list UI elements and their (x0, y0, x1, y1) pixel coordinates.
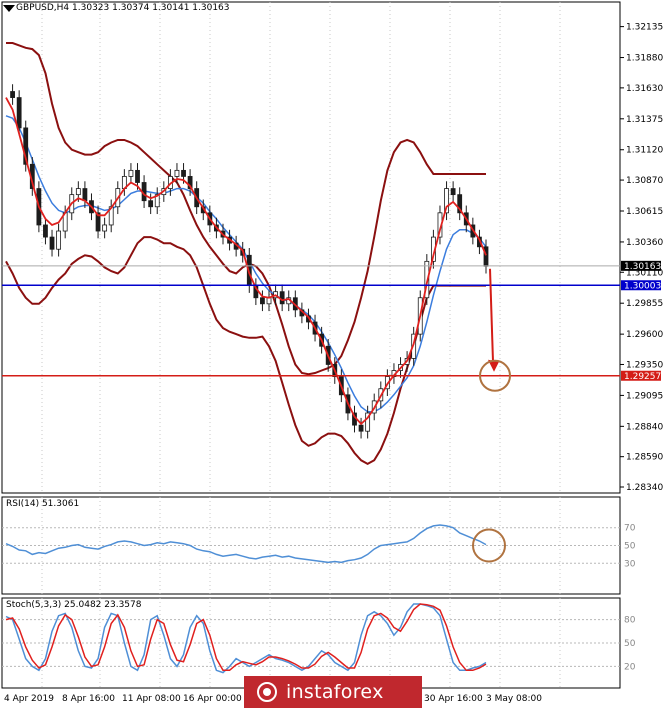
time-tick-label: 8 Apr 16:00 (62, 694, 115, 704)
price-tick-label: 1.29095 (626, 391, 663, 401)
rsi-panel (5, 524, 487, 564)
forecast-arrow-shaft (489, 268, 494, 362)
candle-body (279, 291, 285, 305)
candle-body (82, 188, 88, 202)
price-panel (2, 42, 620, 466)
candle-body (450, 188, 456, 196)
time-tick-label: 11 Apr 08:00 (122, 694, 181, 704)
rsi-level-label: 30 (624, 559, 636, 569)
stochastic-panel (5, 603, 487, 674)
current-price-label: 1.30163 (624, 262, 661, 272)
price-tick-label: 1.30615 (626, 207, 663, 217)
price-tick-label: 1.30870 (626, 176, 663, 186)
candle-body (135, 169, 140, 183)
candle-body (181, 169, 186, 177)
rsi-level-label: 70 (624, 524, 636, 534)
price-tick-label: 1.32135 (626, 23, 663, 33)
stoch-level-label: 80 (624, 616, 636, 626)
candle-body (10, 91, 15, 98)
price-tick-label: 1.31880 (626, 54, 663, 64)
rsi-line (5, 524, 487, 564)
ohlc-values: 1.30323 1.30374 1.30141 1.30163 (72, 3, 230, 13)
bollinger-upper-band (6, 42, 486, 376)
candle-body (49, 236, 55, 250)
time-tick-label: 4 Apr 2019 (4, 694, 54, 704)
candle-body (358, 424, 364, 432)
rsi-level-label: 50 (624, 542, 636, 552)
price-tick-label: 1.29350 (626, 360, 663, 370)
candle-body (102, 224, 108, 232)
stoch-level-label: 20 (624, 662, 636, 672)
candle-body (43, 224, 48, 238)
panel-frames (1, 1, 621, 689)
candle-body (260, 297, 265, 305)
price-tick-label: 1.31120 (626, 146, 663, 156)
forecast-annotations (472, 268, 511, 563)
watermark-text: instaforex (286, 681, 384, 703)
candle-body (148, 200, 154, 208)
grid-lines (2, 2, 624, 688)
level-badge-label-1: 1.29257 (624, 372, 661, 382)
price-tick-label: 1.28340 (626, 483, 663, 493)
price-tick-label: 1.29600 (626, 330, 663, 340)
time-tick-label: 30 Apr 16:00 (424, 694, 483, 704)
instaforex-logo-icon (257, 682, 277, 702)
chart-header: GBPUSD,H4 1.30323 1.30374 1.30141 1.3016… (16, 3, 230, 13)
stoch-label: Stoch(5,3,3) 25.0482 23.3578 (6, 600, 142, 610)
price-tick-label: 1.28840 (626, 422, 663, 432)
stoch-level-label: 50 (624, 639, 636, 649)
candle-body (56, 230, 62, 250)
moving-average-fast (5, 97, 487, 426)
price-tick-label: 1.29855 (626, 299, 663, 309)
candle-body (75, 188, 81, 196)
chart-menu-triangle-icon[interactable] (3, 5, 15, 13)
candle-body (266, 297, 272, 305)
watermark: instaforex (244, 676, 422, 708)
symbol-label: GBPUSD,H4 (16, 3, 70, 13)
price-tick-label: 1.31630 (626, 84, 663, 94)
candle-body (128, 169, 134, 177)
time-tick-label: 16 Apr 00:00 (183, 694, 242, 704)
candle-body (16, 97, 22, 129)
stoch-signal-line (5, 603, 487, 672)
price-tick-label: 1.30360 (626, 238, 663, 248)
rsi-label: RSI(14) 51.3061 (6, 499, 80, 509)
time-tick-label: 3 May 08:00 (486, 694, 542, 704)
level-badge-label-0: 1.30003 (624, 281, 661, 291)
price-frame (1, 1, 621, 494)
price-tick-label: 1.31375 (626, 115, 663, 125)
price-tick-label: 1.28590 (626, 453, 663, 463)
candle-body (174, 169, 180, 177)
